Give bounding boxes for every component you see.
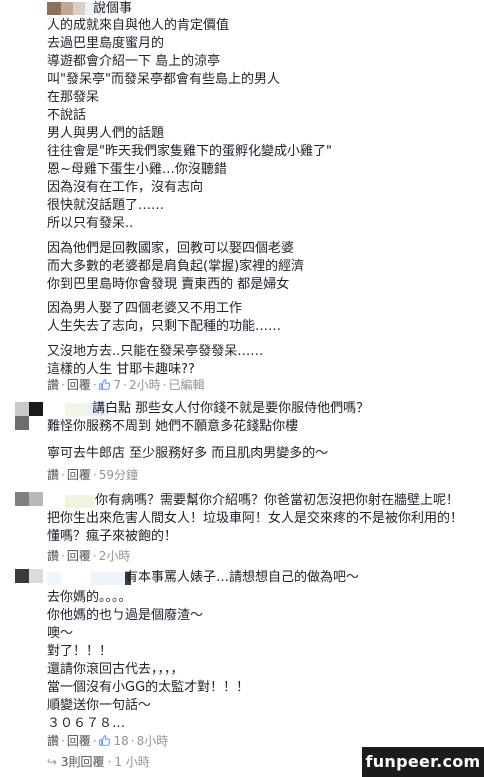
comment-text-line: 恩~母雞下蛋生小雞…你沒聽錯: [47, 162, 227, 177]
comment-text-line: 你他媽的也ㄅ過是個廢渣～: [47, 608, 204, 623]
comment-text-line: 人生失去了志向，只剩下配種的功能……: [47, 319, 282, 334]
like-button[interactable]: 讚: [47, 734, 59, 748]
comment-text-line: 而大多數的老婆都是肩負起(掌握)家裡的經濟: [47, 259, 305, 274]
reply-button[interactable]: 回覆: [67, 734, 91, 748]
comment-text-line: 有本事罵人婊子…請想想自己的做為吧～: [125, 570, 360, 585]
comment-text-line: 人的成就來自與他人的肯定價值: [47, 18, 230, 33]
like-button[interactable]: 讚: [47, 468, 59, 482]
comment-text-line: 你有病嗎？需要幫你介紹嗎？你爸當初怎沒把你射在牆壁上呢！: [95, 493, 460, 508]
thumbs-up-icon: [98, 379, 110, 390]
comment-text-line: 在那發呆: [47, 90, 100, 105]
comment-text-line: 叫"發呆亭"而發呆亭都會有些島上的男人: [47, 72, 280, 87]
comment-text-line: 因為男人娶了四個老婆又不用工作: [47, 301, 243, 316]
comment-timestamp[interactable]: 8小時: [137, 734, 169, 748]
comment-text-line: 懂嗎？瘋子來被飽的！: [47, 529, 178, 544]
comment-text-line: 往往會是"昨天我們家隻雞下的蛋孵化變成小雞了": [47, 144, 332, 159]
comment-thread: 說個事 人的成就來自與他人的肯定價值 去過巴里島度蜜月的 導遊都會介紹一下 島上…: [0, 0, 484, 777]
comment-1: 說個事 人的成就來自與他人的肯定價值 去過巴里島度蜜月的 導遊都會介紹一下 島上…: [0, 0, 484, 395]
comment-text-line: 把你生出來危害人間女人！垃圾車阿！女人是交來疼的不是被你利用的！: [47, 511, 464, 526]
comment-actions: 讚 · 回覆 · 2小時: [47, 549, 131, 563]
reply-arrow-icon: ↪: [47, 755, 58, 769]
comment-3: 你有病嗎？需要幫你介紹嗎？你爸當初怎沒把你射在牆壁上呢！ 把你生出來危害人間女人…: [0, 488, 484, 566]
reply-button[interactable]: 回覆: [67, 468, 91, 482]
comment-text-line: 導遊都會介紹一下 島上的涼亭: [47, 54, 221, 69]
like-button[interactable]: 讚: [47, 378, 59, 392]
comment-text-line: 所以只有發呆..: [47, 216, 134, 231]
comment-text-line: 當一個沒有小GG的太監才對！！！: [47, 680, 250, 695]
comment-4: 有本事罵人婊子…請想想自己的做為吧～ 去你媽的。。。。 你他媽的也ㄅ過是個廢渣～…: [0, 567, 484, 777]
comment-text-line: 因為他們是回教國家，回教可以娶四個老婆: [47, 241, 295, 256]
site-watermark: funpeer.com: [362, 747, 484, 777]
comment-text-line: 不說話: [47, 108, 87, 123]
comment-timestamp[interactable]: 59分鐘: [99, 468, 138, 482]
thumbs-up-icon: [98, 735, 110, 746]
avatar[interactable]: [15, 569, 43, 597]
comment-text-line: 因為沒有在工作，沒有志向: [47, 180, 204, 195]
comment-actions: 讚 · 回覆 · 7 · 2小時 · 已編輯: [47, 378, 205, 392]
view-replies-link[interactable]: ↪ 3則回覆 · 1 小時: [47, 754, 150, 770]
comment-2: 講白點 那些女人付你錢不就是要你服侍他們嗎？ 難怪你服務不周到 她們不願意多花錢…: [0, 397, 484, 487]
author-name-redacted[interactable]: [47, 572, 131, 585]
comment-text-line: 又沒地方去..只能在發呆亭發發呆……: [47, 344, 264, 359]
comment-text-line: 你到巴里島時你會發現 賣東西的 都是婦女: [47, 277, 290, 292]
comment-text-line: ３０６７８…: [47, 716, 126, 731]
like-count[interactable]: 18: [98, 734, 129, 748]
reply-button[interactable]: 回覆: [67, 549, 91, 563]
comment-timestamp[interactable]: 2小時: [99, 549, 131, 563]
edited-label[interactable]: 已編輯: [168, 378, 204, 392]
comment-author-fragment: 說個事: [93, 1, 133, 16]
comment-text-line: 噢～: [47, 626, 74, 641]
author-name-redacted[interactable]: [47, 495, 95, 508]
comment-actions: 讚 · 回覆 · 59分鐘: [47, 468, 138, 482]
comment-text-line: 男人與男人們的話題: [47, 126, 165, 141]
comment-text-line: 還請你滾回古代去，，，，: [47, 662, 184, 677]
comment-text-line: 去你媽的。。。。: [47, 590, 132, 605]
avatar[interactable]: [15, 492, 43, 508]
comment-timestamp[interactable]: 2小時: [129, 378, 161, 392]
comment-text-line: 難怪你服務不周到 她們不願意多花錢點你樓: [47, 419, 299, 434]
comment-text-line: 對了！！！: [47, 644, 113, 659]
comment-text-line: 順變送你一句話～: [47, 698, 152, 713]
reply-button[interactable]: 回覆: [67, 378, 91, 392]
comment-actions: 讚 · 回覆 · 18 · 8小時: [47, 734, 169, 748]
comment-text-line: 寧可去牛郎店 至少服務好多 而且肌肉男變多的～: [47, 446, 329, 461]
like-button[interactable]: 讚: [47, 549, 59, 563]
comment-text-line: 講白點 那些女人付你錢不就是要你服侍他們嗎？: [92, 401, 370, 416]
comment-text-line: 很快就沒話題了……: [47, 198, 165, 213]
like-count[interactable]: 7: [98, 378, 121, 392]
comment-text-line: 去過巴里島度蜜月的: [47, 36, 165, 51]
